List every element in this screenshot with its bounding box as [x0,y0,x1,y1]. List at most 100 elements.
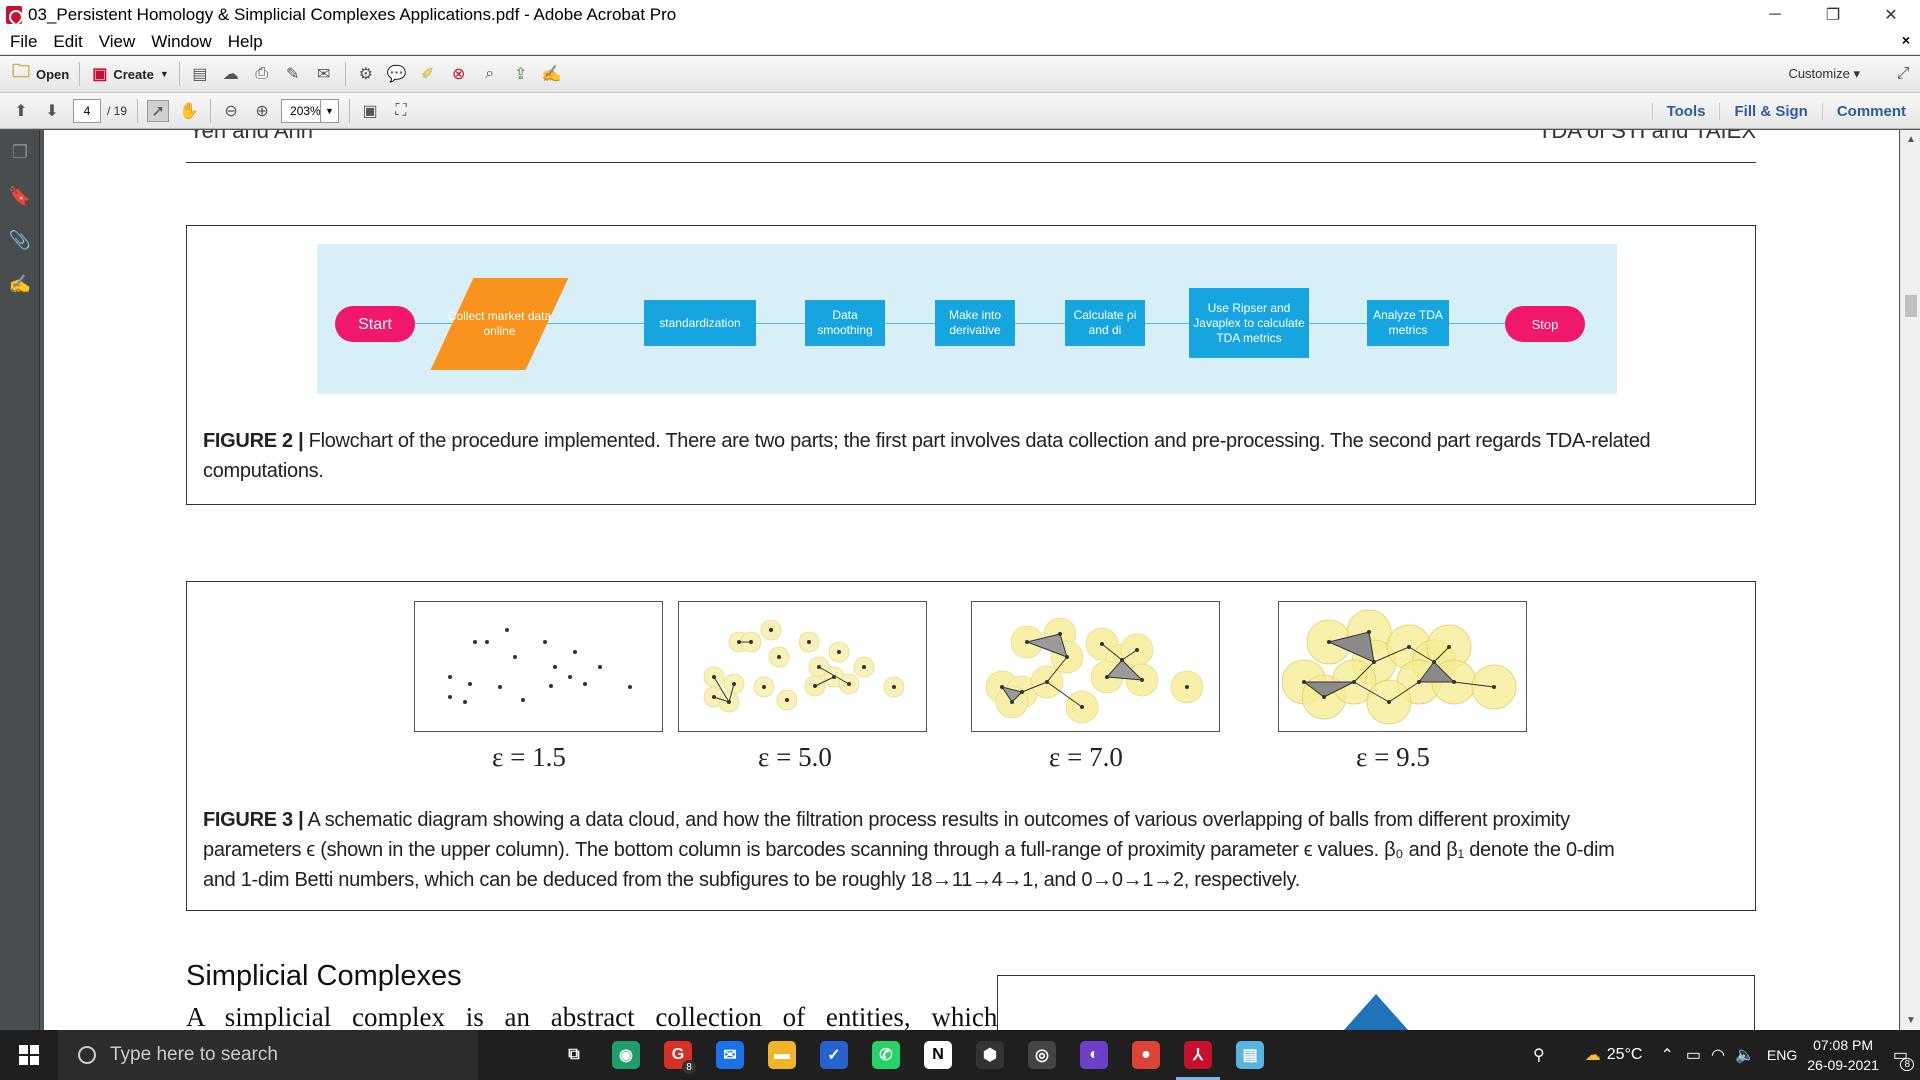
signatures-icon[interactable]: ✍ [9,272,31,296]
zoom-in-icon[interactable]: ⊕ [251,100,273,122]
header-rule [186,162,1756,163]
notification-badge: 8 [1900,1058,1914,1071]
network-icon[interactable]: ◠ [1711,1045,1725,1065]
taskbar-green-app-button[interactable]: ◉ [600,1030,652,1080]
vertical-scrollbar[interactable]: ▲ ▼ [1900,130,1920,1030]
close-button[interactable]: ✕ [1862,0,1920,29]
export-icon[interactable]: ⇪ [510,63,532,85]
page-number-input[interactable]: 4 [73,98,101,123]
select-cursor-icon[interactable]: ➚ [147,99,170,122]
notifications-icon[interactable]: ▭ 8 [1893,1045,1914,1071]
chevron-up-icon[interactable]: ⌃ [1660,1045,1673,1065]
start-button[interactable] [0,1030,58,1080]
taskbar-acrobat-button[interactable]: ⅄ [1172,1030,1224,1080]
taskbar-mail-button[interactable]: ✉ [704,1030,756,1080]
menu-window[interactable]: Window [151,32,211,52]
language-indicator[interactable]: ENG [1767,1047,1797,1063]
running-header-left: Yeh and Anh [189,130,313,143]
tools-tab[interactable]: Tools [1651,102,1720,120]
zoom-level-select[interactable]: 203% ▼ [281,98,340,123]
bookmarks-icon[interactable]: 🔖 [9,184,31,208]
taskbar-task-view-button[interactable]: ⧉ [548,1030,600,1080]
taskbar-todo-button[interactable]: ✓ [808,1030,860,1080]
search-icon [78,1046,96,1064]
fit-page-icon[interactable]: ▣ [359,100,381,122]
figure-2-label: FIGURE 2 | [203,430,304,452]
flow-calculate-node: Calculate ρi and di [1065,300,1145,346]
flowchart: Start Collect market data online standar… [317,244,1617,394]
taskbar-notepad-button[interactable]: ▤ [1224,1030,1276,1080]
body-text: A simplicial complex is an abstract coll… [186,1002,998,1030]
taskbar-github-button[interactable]: ◐ [1068,1030,1120,1080]
filtration-panel-2 [678,601,927,732]
battery-icon[interactable]: ▭ [1686,1045,1701,1065]
next-figure-triangle [1344,994,1408,1030]
filtration-panel-1 [414,601,663,732]
taskbar-obs-button[interactable]: ◎ [1016,1030,1068,1080]
page-total: / 19 [107,103,128,118]
windows-logo-icon [19,1045,39,1065]
obs-icon: ◎ [1028,1041,1056,1069]
menu-view[interactable]: View [99,32,136,52]
highlight-icon[interactable]: ✐ [417,63,439,85]
fill-sign-tab[interactable]: Fill & Sign [1719,102,1821,120]
scrollbar-thumb[interactable] [1905,295,1917,317]
cloud-upload-icon[interactable]: ☁ [220,63,242,85]
fit-width-icon[interactable]: ⛶ [390,100,412,122]
menu-file[interactable]: File [10,32,37,52]
comment-tab[interactable]: Comment [1821,102,1920,120]
taskbar-shield-app-button[interactable]: ⬢ [964,1030,1016,1080]
taskbar-notion-button[interactable]: N [912,1030,964,1080]
scroll-up-icon[interactable]: ▲ [1901,134,1920,145]
people-icon[interactable]: ⚲ [1533,1045,1545,1065]
comment-icon[interactable]: 💬 [386,63,408,85]
running-header-right: TDA of STI and TAIEX [1537,130,1756,143]
expand-icon[interactable]: ⤢ [1892,63,1914,85]
menu-help[interactable]: Help [228,32,263,52]
figure-3-caption-line-3: and 1-dim Betti numbers, which can be de… [203,869,1300,891]
flow-analyze-node: Analyze TDA metrics [1367,300,1449,346]
hand-tool-icon[interactable]: ✋ [178,100,200,122]
restore-button[interactable]: ❐ [1804,0,1862,29]
menu-edit[interactable]: Edit [53,32,82,52]
weather-temperature[interactable]: 25°C [1607,1046,1643,1064]
zoom-out-icon[interactable]: ⊖ [220,100,242,122]
taskbar-whatsapp-button[interactable]: ✆ [860,1030,912,1080]
main-toolbar: 🗀 Open ▣ Create ▼ ▤ ☁ ⎙ ✎ ✉ ⚙ 💬 ✐ ⊗ ⌕ ⇪ … [0,56,1920,93]
weather-icon[interactable]: ☁ [1585,1045,1601,1065]
taskbar-chrome-button[interactable]: ● [1120,1030,1172,1080]
flow-standardization-node: standardization [644,300,756,346]
volume-icon[interactable]: 🔈 [1735,1045,1755,1065]
clock[interactable]: 07:08 PM 26-09-2021 [1807,1035,1879,1075]
create-button[interactable]: ▣ Create ▼ [92,64,169,84]
previous-page-icon[interactable]: ⬆ [10,100,32,122]
toolbar-divider [137,98,139,123]
sign-icon[interactable]: ✍ [541,63,563,85]
epsilon-label-2: ε = 5.0 [758,742,832,772]
figure-3-caption-line-2: parameters ϵ (shown in the upper column)… [203,839,1615,861]
taskbar-search[interactable]: Type here to search [58,1030,478,1080]
task-view-icon: ⧉ [560,1041,588,1069]
print-icon[interactable]: ⎙ [251,63,273,85]
attachments-icon[interactable]: 📎 [9,228,31,252]
customize-menu[interactable]: Customize ▾ [1788,66,1860,82]
figure-2-caption-text: Flowchart of the procedure implemented. … [203,430,1651,482]
save-icon[interactable]: ▤ [189,63,211,85]
search-placeholder: Type here to search [110,1044,278,1065]
page-thumbnails-icon[interactable]: ❐ [9,140,31,164]
pdf-search-icon[interactable]: ⌕ [479,63,501,85]
pdf-remove-icon[interactable]: ⊗ [448,63,470,85]
taskbar-file-explorer-button[interactable]: ▬ [756,1030,808,1080]
document-close-button[interactable]: × [1902,32,1910,48]
scroll-down-icon[interactable]: ▼ [1901,1015,1920,1026]
edit-icon[interactable]: ✎ [282,63,304,85]
acrobat-app-icon [6,5,22,24]
minimize-button[interactable]: ─ [1746,0,1804,29]
epsilon-label-4: ε = 9.5 [1356,742,1430,772]
gear-icon[interactable]: ⚙ [355,63,377,85]
title-bar: 03_Persistent Homology & Simplicial Comp… [0,0,1920,29]
next-page-icon[interactable]: ⬇ [41,100,63,122]
open-button[interactable]: 🗀 Open [12,59,69,89]
email-icon[interactable]: ✉ [313,63,335,85]
taskbar-gmail-button[interactable]: G8 [652,1030,704,1080]
